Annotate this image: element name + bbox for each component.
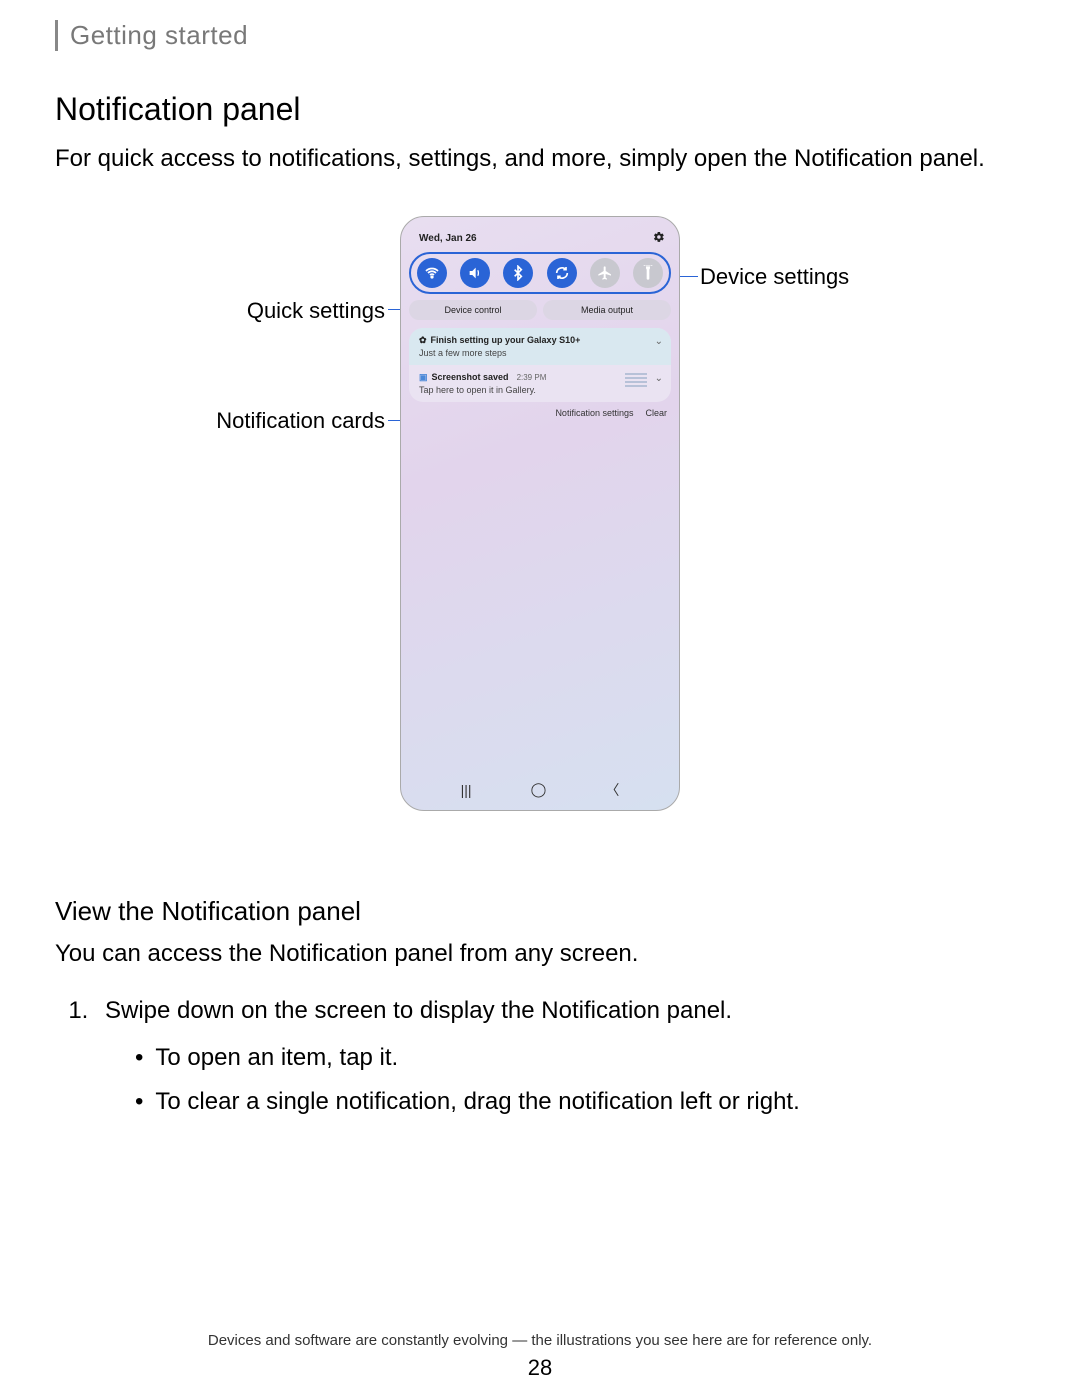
rotate-icon[interactable]	[547, 258, 577, 288]
recents-icon[interactable]: |||	[461, 782, 472, 798]
status-date: Wed, Jan 26	[419, 233, 477, 244]
wifi-icon[interactable]	[417, 258, 447, 288]
bullet-list: To open an item, tap it. To clear a sing…	[125, 1039, 1025, 1122]
notification-settings-link[interactable]: Notification settings	[555, 408, 633, 418]
ordered-steps: Swipe down on the screen to display the …	[95, 992, 1025, 1121]
bullet-item: To clear a single notification, drag the…	[125, 1083, 1025, 1121]
clear-link[interactable]: Clear	[645, 408, 667, 418]
section-heading: View the Notification panel	[55, 896, 1025, 927]
callout-notification-cards: Notification cards	[216, 408, 385, 434]
chevron-down-icon[interactable]: ⌄	[655, 336, 663, 347]
back-icon[interactable]: 〈	[605, 780, 619, 800]
settings-mini-icon: ✿	[419, 335, 427, 346]
media-output-chip[interactable]: Media output	[543, 300, 671, 320]
phone-mockup: Wed, Jan 26 Device control Media output	[400, 216, 680, 811]
quick-settings-row	[409, 252, 671, 294]
flashlight-icon[interactable]	[633, 258, 663, 288]
sound-icon[interactable]	[460, 258, 490, 288]
callout-quick-settings: Quick settings	[247, 298, 385, 324]
chevron-down-icon[interactable]: ⌄	[655, 373, 663, 384]
notification-actions: Notification settings Clear	[409, 402, 671, 418]
step-item: Swipe down on the screen to display the …	[95, 992, 1025, 1121]
bullet-item: To open an item, tap it.	[125, 1039, 1025, 1077]
home-icon[interactable]: ◯	[531, 781, 547, 798]
thumbnail-icon	[625, 373, 647, 391]
gear-icon[interactable]	[653, 231, 665, 246]
footnote: Devices and software are constantly evol…	[0, 1332, 1080, 1349]
airplane-icon[interactable]	[590, 258, 620, 288]
figure: Quick settings Notification cards Device…	[55, 216, 1025, 856]
page-number: 28	[0, 1355, 1080, 1381]
page-title: Notification panel	[55, 91, 1025, 128]
notification-stack: ✿Finish setting up your Galaxy S10+ Just…	[409, 328, 671, 402]
callout-device-settings: Device settings	[700, 264, 849, 290]
intro-text: For quick access to notifications, setti…	[55, 142, 1025, 176]
breadcrumb: Getting started	[55, 20, 1025, 51]
device-control-chip[interactable]: Device control	[409, 300, 537, 320]
chip-row: Device control Media output	[409, 300, 671, 320]
bluetooth-icon[interactable]	[503, 258, 533, 288]
notification-card[interactable]: ✿Finish setting up your Galaxy S10+ Just…	[409, 328, 671, 365]
notification-card[interactable]: ▣Screenshot saved2:39 PM Tap here to ope…	[409, 365, 671, 402]
nav-bar: ||| ◯ 〈	[401, 780, 679, 800]
image-mini-icon: ▣	[419, 372, 428, 383]
section-lead: You can access the Notification panel fr…	[55, 937, 1025, 971]
